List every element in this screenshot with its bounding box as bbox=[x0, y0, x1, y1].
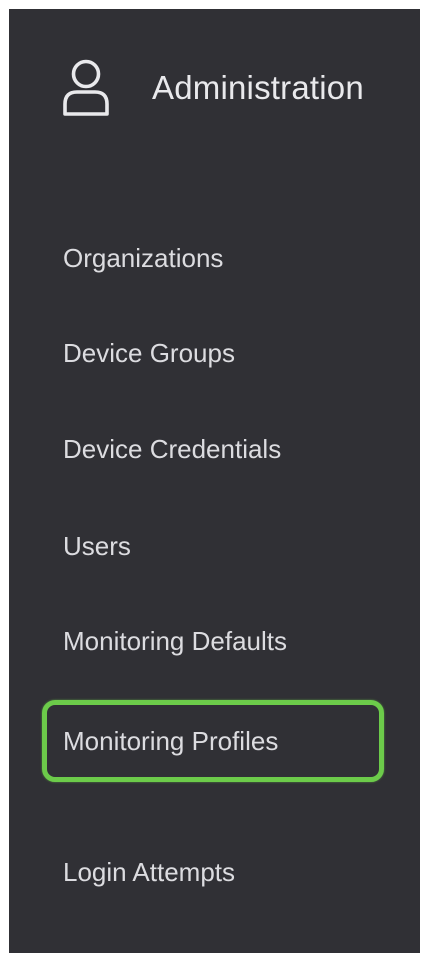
page: Administration Organizations Device Grou… bbox=[0, 0, 428, 953]
admin-sidebar: Administration Organizations Device Grou… bbox=[9, 9, 420, 953]
sidebar-header: Administration bbox=[61, 57, 364, 117]
nav-item-device-groups[interactable]: Device Groups bbox=[42, 323, 235, 383]
nav-item-monitoring-defaults[interactable]: Monitoring Defaults bbox=[42, 611, 287, 671]
nav-item-login-attempts[interactable]: Login Attempts bbox=[42, 842, 235, 902]
page-title: Administration bbox=[152, 68, 364, 106]
nav-item-report-settings[interactable]: Report Settings bbox=[42, 936, 242, 953]
nav-item-organizations[interactable]: Organizations bbox=[42, 228, 223, 288]
nav-item-monitoring-profiles[interactable]: Monitoring Profiles bbox=[42, 700, 384, 782]
nav-item-device-credentials[interactable]: Device Credentials bbox=[42, 419, 281, 479]
nav-item-users[interactable]: Users bbox=[42, 516, 131, 576]
user-icon bbox=[61, 57, 111, 117]
